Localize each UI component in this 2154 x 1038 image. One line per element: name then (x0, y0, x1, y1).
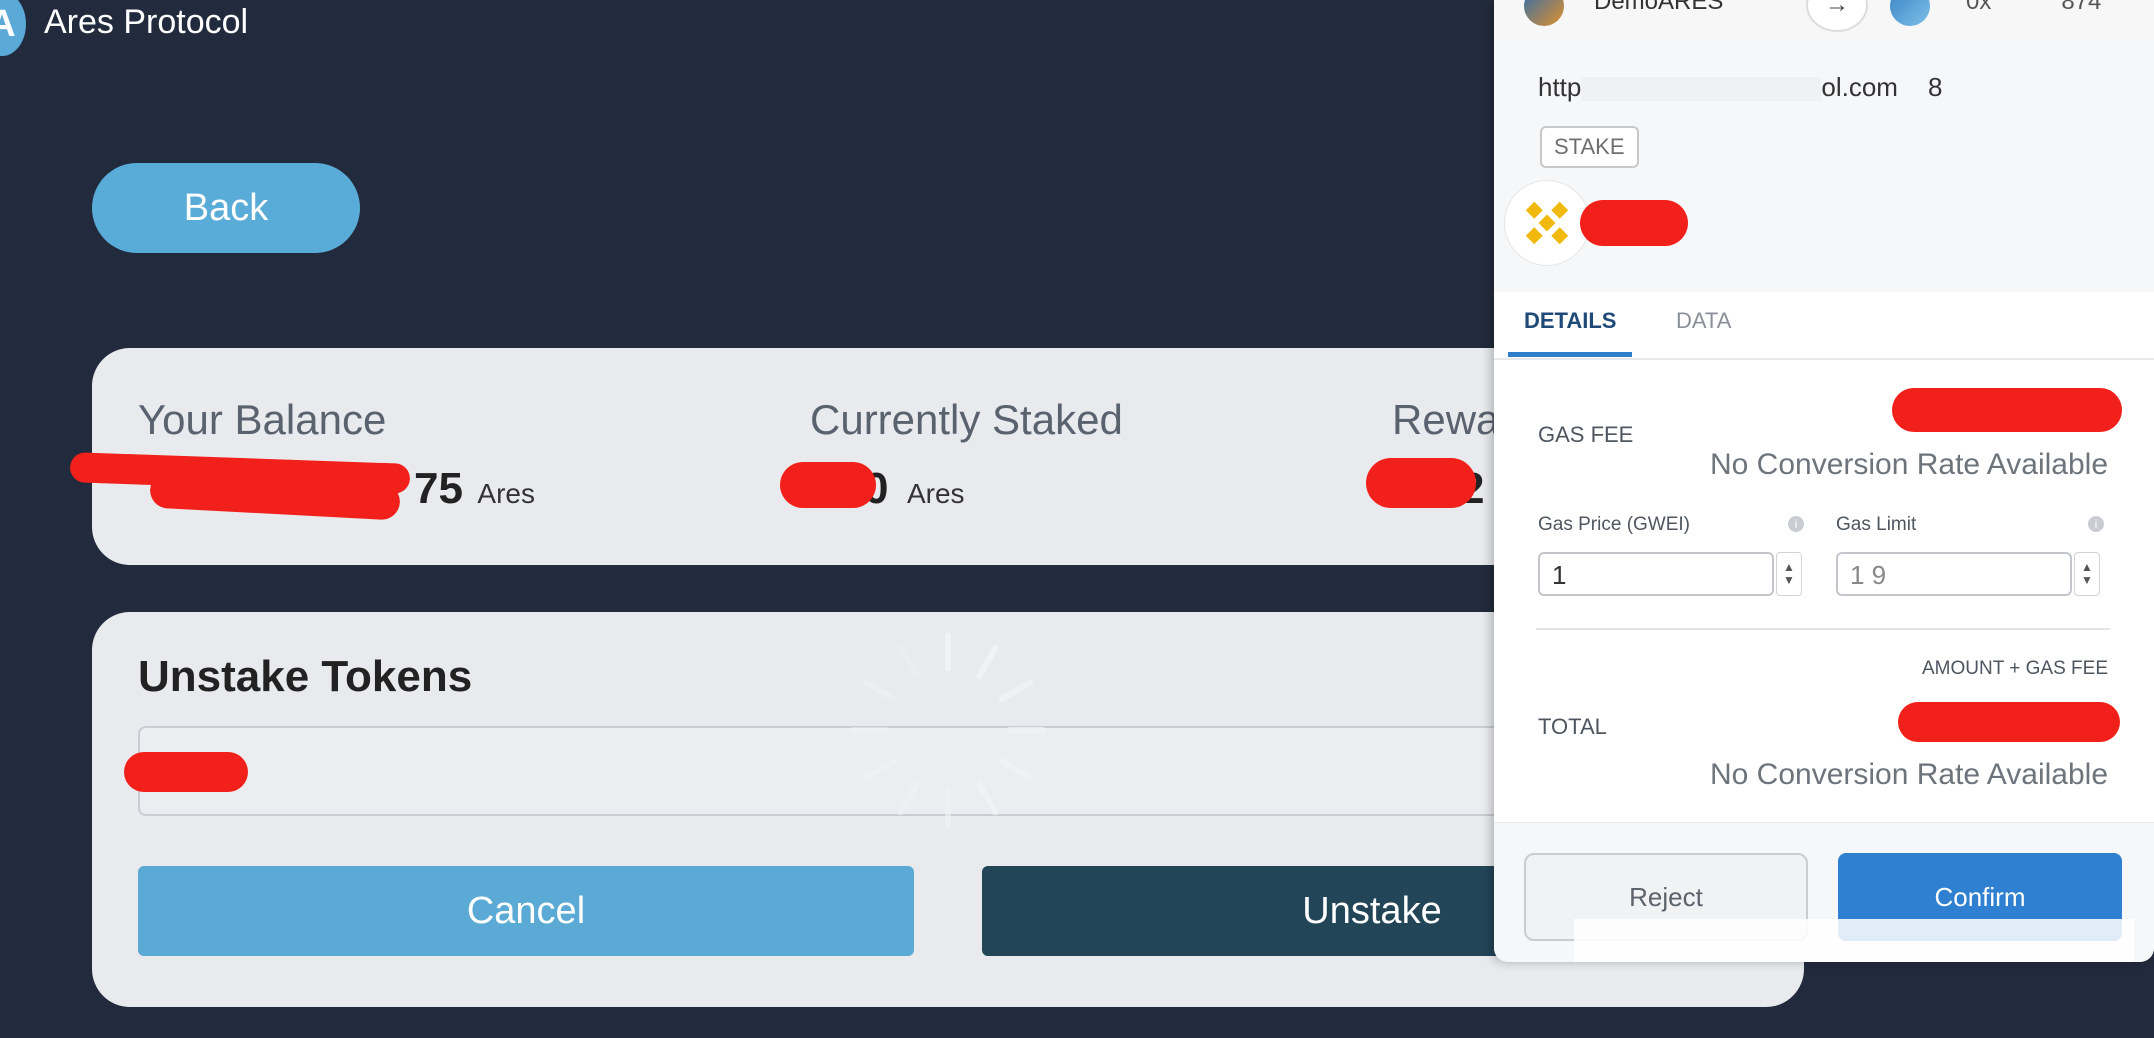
currently-staked-unit: Ares (906, 478, 965, 509)
gas-price-label: Gas Price (GWEI) (1538, 514, 1691, 535)
redaction-mark (780, 462, 876, 508)
loading-spinner-icon (850, 632, 1046, 828)
your-balance-value: 75 (414, 464, 463, 513)
site-url-start: http (1538, 72, 1582, 102)
redaction-mark (1580, 200, 1688, 246)
method-badge: STAKE (1540, 126, 1639, 168)
site-url-mid: ol.com (1821, 72, 1898, 102)
account-name: DemoARES (1594, 0, 1724, 15)
gas-fee-conversion: No Conversion Rate Available (1709, 448, 2108, 481)
unstake-title: Unstake Tokens (138, 652, 473, 701)
wallet-account-bar: DemoARES → 0x 874 (1494, 0, 2154, 41)
wallet-tx-header: http ol.com 8 STAKE (1494, 40, 2154, 292)
balance-card: Your Balance 75 Ares Currently Staked 0 … (92, 348, 1622, 565)
total-conversion: No Conversion Rate Available (1709, 758, 2108, 791)
total-label: TOTAL (1538, 714, 1607, 739)
recipient-address-end: 874 (2061, 0, 2102, 15)
wallet-tabs: DETAILS DATA (1494, 292, 2154, 360)
gas-price-input[interactable]: 1 (1538, 552, 1774, 596)
recipient-address: 0x 874 (1966, 0, 2101, 16)
gas-limit-info-icon[interactable]: i (2088, 516, 2104, 532)
active-tab-indicator (1508, 352, 1632, 357)
gas-limit-label: Gas Limit (1836, 514, 1917, 535)
currently-staked-amount: 0 Ares (864, 464, 965, 514)
divider (1536, 628, 2110, 630)
amount-gas-label: AMOUNT + GAS FEE (1922, 658, 2108, 679)
back-button[interactable]: Back (92, 163, 360, 253)
tab-details[interactable]: DETAILS (1524, 308, 1616, 334)
binance-token-icon (1504, 180, 1590, 266)
your-balance-label: Your Balance (138, 396, 387, 443)
ares-logo-icon: A (0, 0, 26, 56)
site-url: http ol.com 8 (1538, 72, 1942, 103)
tab-data[interactable]: DATA (1676, 308, 1731, 334)
your-balance-amount: 75 Ares (414, 464, 535, 514)
site-url-end: 8 (1927, 72, 1943, 102)
redaction-mark (1898, 702, 2120, 742)
app-title: Ares Protocol (44, 3, 249, 41)
currently-staked-label: Currently Staked (810, 396, 1123, 443)
gas-price-info-icon[interactable]: i (1788, 516, 1804, 532)
your-balance-unit: Ares (477, 478, 535, 509)
gas-price-stepper[interactable]: ▲ ▼ (1776, 552, 1802, 596)
gas-fee-label: GAS FEE (1538, 422, 1634, 447)
gas-limit-input[interactable]: 1 9 (1836, 552, 2072, 596)
wallet-footer: Reject Confirm (1494, 822, 2154, 962)
wallet-popup: DemoARES → 0x 874 http ol.com 8 STAKE DE… (1494, 0, 2154, 962)
cancel-button[interactable]: Cancel (138, 866, 914, 956)
account-avatar-icon (1524, 0, 1564, 26)
arrow-right-icon: → (1806, 0, 1868, 32)
recipient-avatar-icon (1890, 0, 1930, 26)
redaction-mark (1366, 458, 1476, 508)
redaction-mark (1892, 388, 2122, 432)
redaction-mark (124, 752, 248, 792)
gas-limit-stepper[interactable]: ▲ ▼ (2074, 552, 2100, 596)
blurred-strip (1574, 919, 2134, 962)
rewards-label: Rewa (1392, 396, 1500, 443)
recipient-address-start: 0x (1966, 0, 1992, 15)
